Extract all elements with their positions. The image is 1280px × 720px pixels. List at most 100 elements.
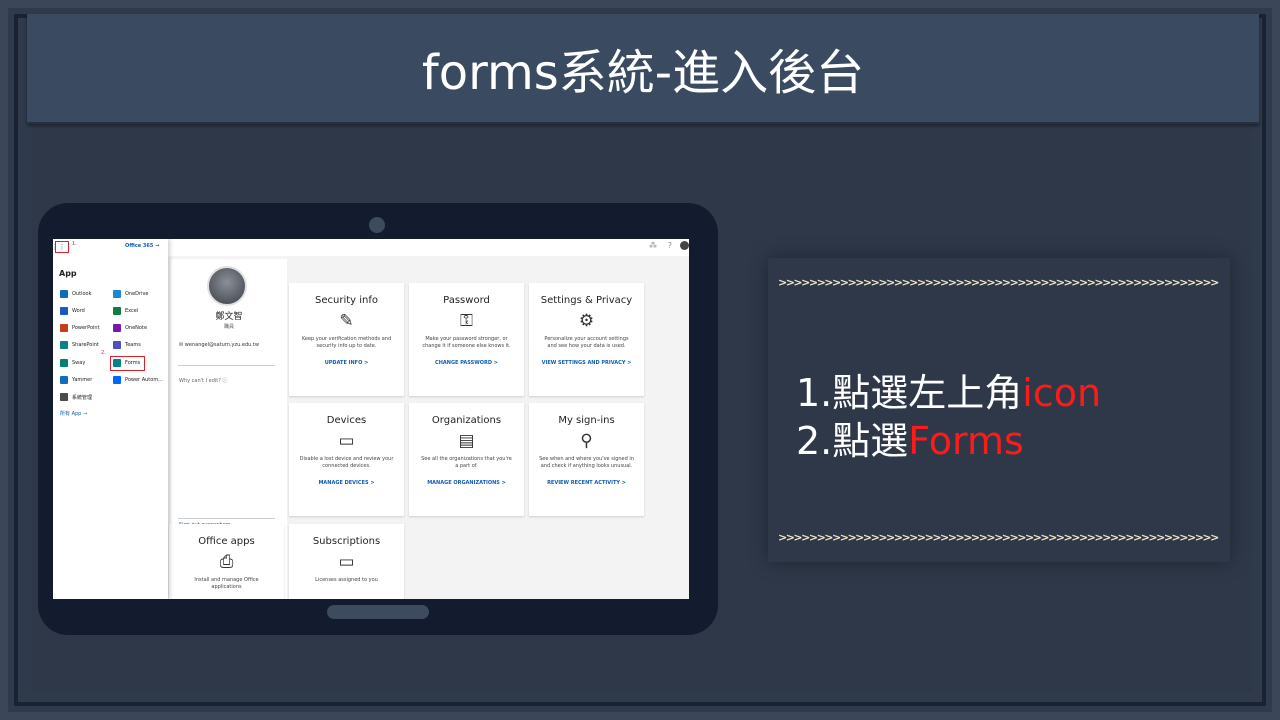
app-yammer[interactable]: Yammer — [60, 375, 92, 385]
install-icon: ⎙ — [219, 552, 234, 572]
tile-title: Organizations — [431, 415, 502, 426]
tile-description: Licenses assigned to you — [315, 577, 378, 583]
tile-office-apps[interactable]: Office apps ⎙ Install and manage Office … — [169, 524, 284, 599]
tile-title: Devices — [326, 415, 367, 426]
manage-organizations-link[interactable]: MANAGE ORGANIZATIONS > — [409, 480, 524, 486]
waffle-menu-button[interactable]: ⋮⋮⋮ — [53, 241, 73, 253]
tile-security-info[interactable]: Security info ✎ Keep your verification m… — [289, 283, 404, 396]
instruction-line-1: 1.點選左上角icon — [796, 362, 1101, 417]
tile-description: Keep your verification methods and secur… — [301, 336, 392, 349]
profile-role: 職員 — [223, 324, 234, 330]
app-onenote[interactable]: OneNote — [113, 323, 147, 333]
waffle-icon: ⋮⋮⋮ — [53, 243, 73, 251]
briefcase-icon: ▤ — [458, 431, 475, 451]
help-icon[interactable]: ? — [668, 241, 672, 250]
app-label: PowerPoint — [72, 325, 100, 331]
app-sharepoint[interactable]: SharePoint — [60, 340, 99, 350]
tile-title: My sign-ins — [558, 415, 615, 426]
chevron-divider-top: >>>>>>>>>>>>>>>>>>>>>>>>>>>>>>>>>>>>>>>>… — [778, 276, 1219, 289]
tile-title: Office apps — [198, 536, 255, 547]
instruction-line-2: 2.點選Forms — [796, 410, 1024, 465]
sign-in-activity-icon: ⚲ — [580, 431, 593, 451]
view-settings-link[interactable]: VIEW SETTINGS AND PRIVACY > — [529, 360, 644, 366]
instruction-line-2-text: 2.點選 — [796, 419, 909, 463]
app-label: OneNote — [125, 325, 148, 331]
instruction-line-2-highlight: Forms — [908, 419, 1024, 463]
manage-devices-link[interactable]: MANAGE DEVICES > — [289, 480, 404, 486]
slide-title-bar: forms系統-進入後台 — [27, 14, 1259, 124]
gear-icon: ⚙ — [578, 311, 595, 331]
tile-my-sign-ins[interactable]: My sign-ins ⚲ See when and where you've … — [529, 403, 644, 516]
app-power-automate[interactable]: Power Autom... — [113, 375, 163, 385]
laptop-icon: ▭ — [338, 431, 355, 451]
admin-icon — [60, 393, 68, 401]
office365-link[interactable]: Office 365 → — [125, 243, 159, 249]
step-1-marker: 1. — [72, 241, 77, 247]
profile-email: ✉ wenangel@saturn.yzu.edu.tw — [179, 342, 259, 348]
tablet-screen: ⁂ ? 鄭文智 職員 ✉ wenangel@saturn.yzu.edu.tw … — [53, 239, 689, 599]
chevron-divider-bottom: >>>>>>>>>>>>>>>>>>>>>>>>>>>>>>>>>>>>>>>>… — [778, 531, 1219, 544]
app-powerpoint[interactable]: PowerPoint — [60, 323, 100, 333]
word-icon — [60, 307, 68, 315]
tile-password[interactable]: Password ⚿ Make your password stronger, … — [409, 283, 524, 396]
app-label: Sway — [72, 360, 86, 366]
avatar[interactable] — [680, 241, 689, 250]
profile-email-text: wenangel@saturn.yzu.edu.tw — [184, 342, 259, 348]
excel-icon — [113, 307, 121, 315]
tile-settings-privacy[interactable]: Settings & Privacy ⚙ Personalize your ac… — [529, 283, 644, 396]
tile-title: Subscriptions — [312, 536, 381, 547]
tablet-home-button — [327, 605, 429, 619]
app-teams[interactable]: Teams — [113, 340, 141, 350]
app-onedrive[interactable]: OneDrive — [113, 289, 149, 299]
tile-subscriptions[interactable]: Subscriptions ▭ Licenses assigned to you — [289, 524, 404, 599]
instruction-box: >>>>>>>>>>>>>>>>>>>>>>>>>>>>>>>>>>>>>>>>… — [768, 258, 1230, 562]
app-word[interactable]: Word — [60, 306, 85, 316]
tile-organizations[interactable]: Organizations ▤ See all the organization… — [409, 403, 524, 516]
tile-title: Security info — [315, 295, 378, 306]
app-label: SharePoint — [72, 342, 99, 348]
sharepoint-icon — [60, 341, 68, 349]
tile-devices[interactable]: Devices ▭ Disable a lost device and revi… — [289, 403, 404, 516]
app-label: Teams — [125, 342, 141, 348]
update-info-link[interactable]: UPDATE INFO > — [289, 360, 404, 366]
instruction-line-1-highlight: icon — [1022, 371, 1102, 415]
all-apps-link[interactable]: 所有 App → — [60, 410, 87, 417]
forms-icon — [113, 359, 121, 367]
yammer-icon — [60, 376, 68, 384]
mail-icon: ✉ — [179, 342, 184, 348]
change-password-link[interactable]: CHANGE PASSWORD > — [409, 360, 524, 366]
divider — [178, 518, 275, 519]
app-outlook[interactable]: Outlook — [60, 289, 91, 299]
app-admin[interactable]: 系統管理 — [60, 392, 92, 402]
org-icon[interactable]: ⁂ — [649, 241, 657, 250]
key-icon: ⚿ — [460, 311, 473, 331]
app-label: Word — [72, 308, 85, 314]
app-sway[interactable]: Sway — [60, 358, 85, 368]
tile-description: Personalize your account settings and se… — [544, 336, 629, 349]
outlook-icon — [60, 290, 68, 298]
app-label: Yammer — [72, 377, 93, 383]
app-launcher-panel: ⋮⋮⋮ 1. Office 365 → App Outlook OneDrive… — [53, 239, 168, 599]
step-2-marker: 2. — [101, 350, 106, 356]
profile-picture — [207, 266, 247, 306]
onenote-icon — [113, 324, 121, 332]
tile-description: Disable a lost device and review your co… — [299, 456, 394, 469]
app-excel[interactable]: Excel — [113, 306, 138, 316]
why-cant-edit-link[interactable]: Why can't I edit? ⓘ — [179, 377, 227, 384]
tile-description: See when and where you've signed in and … — [539, 456, 634, 469]
security-info-icon: ✎ — [339, 311, 354, 331]
app-label: Excel — [125, 308, 139, 314]
app-heading: App — [59, 269, 77, 278]
onedrive-icon — [113, 290, 121, 298]
portal-top-bar: ⁂ ? — [168, 239, 689, 256]
review-activity-link[interactable]: REVIEW RECENT ACTIVITY > — [529, 480, 644, 486]
tablet-mockup: ⁂ ? 鄭文智 職員 ✉ wenangel@saturn.yzu.edu.tw … — [38, 203, 718, 635]
instruction-line-1-text: 1.點選左上角 — [796, 371, 1023, 415]
app-label: Outlook — [72, 291, 92, 297]
app-forms[interactable]: Forms — [113, 358, 140, 368]
tile-description: Install and manage Office applications — [194, 577, 259, 590]
sway-icon — [60, 359, 68, 367]
app-label: Power Autom... — [125, 377, 163, 383]
tile-description: See all the organizations that you're a … — [421, 456, 512, 469]
slide-title: forms系統-進入後台 — [421, 45, 865, 101]
